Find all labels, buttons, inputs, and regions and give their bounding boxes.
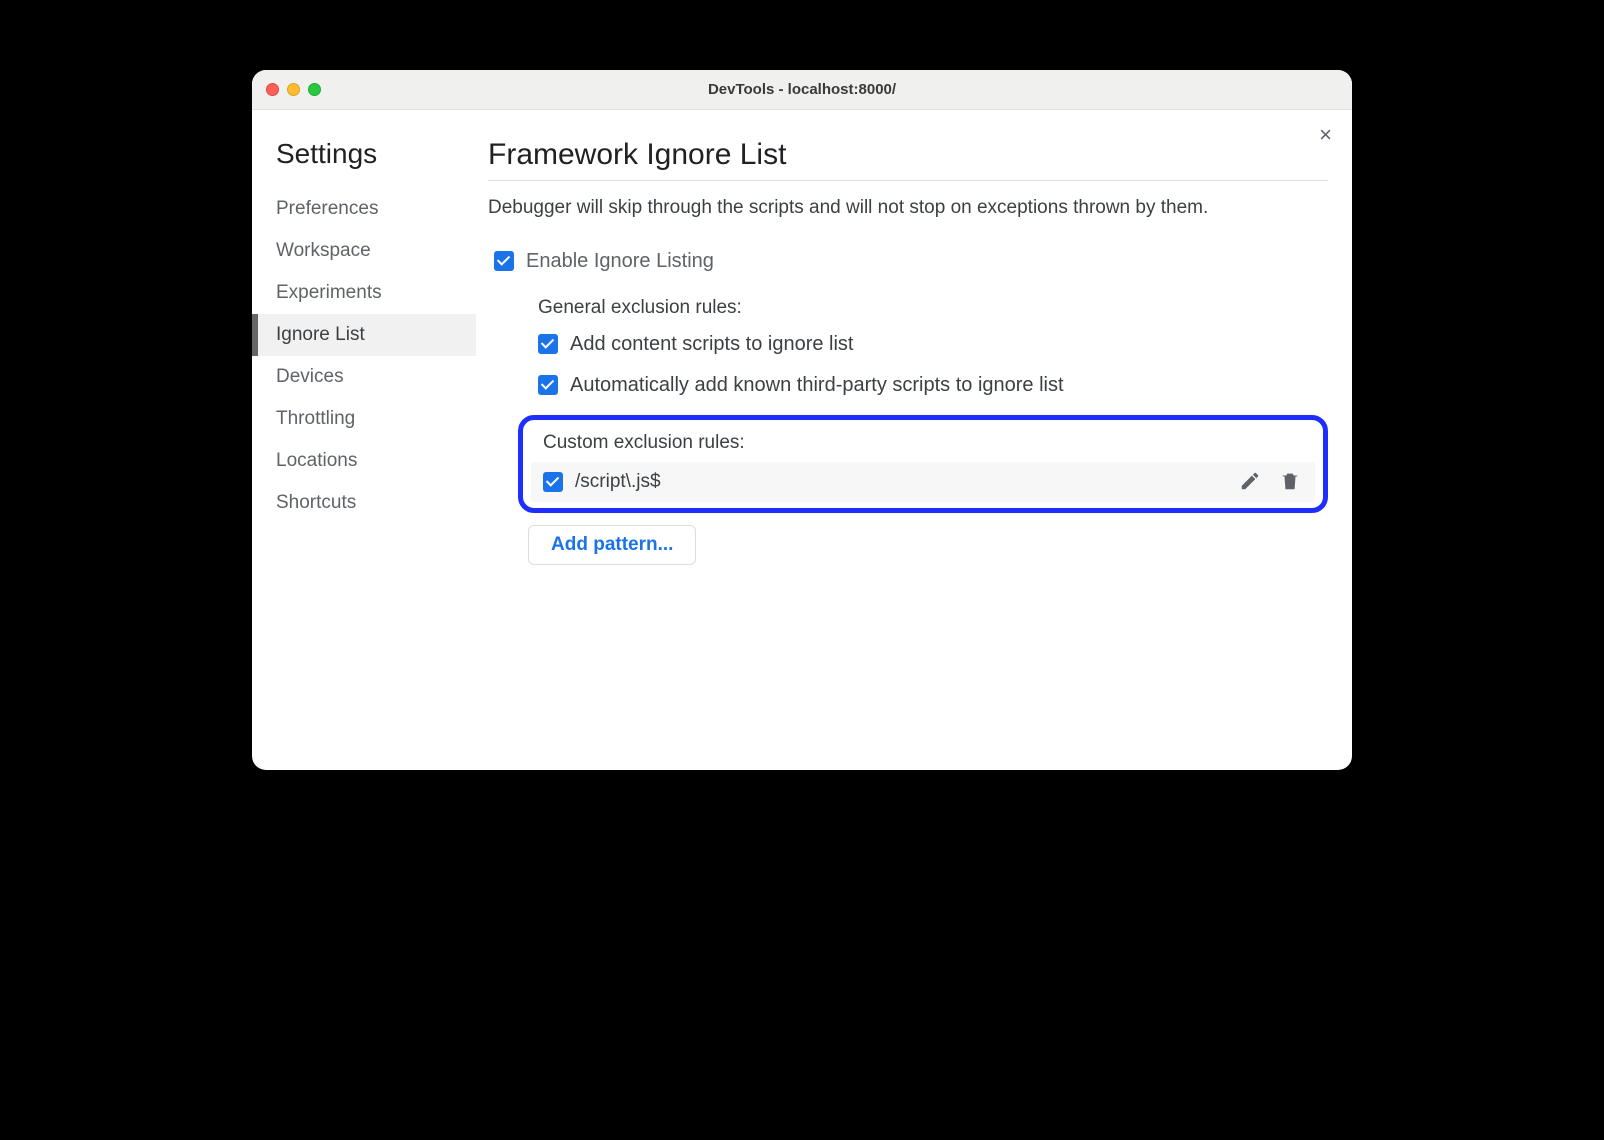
sidebar-item-throttling[interactable]: Throttling (252, 398, 476, 440)
third-party-scripts-label: Automatically add known third-party scri… (570, 374, 1064, 397)
sidebar-item-shortcuts[interactable]: Shortcuts (252, 482, 476, 524)
custom-rule-row: /script\.js$ (531, 462, 1315, 502)
titlebar: DevTools - localhost:8000/ (252, 70, 1352, 110)
window-minimize-button[interactable] (287, 83, 300, 96)
edit-icon[interactable] (1239, 470, 1263, 494)
content-scripts-checkbox[interactable] (538, 334, 558, 354)
content-scripts-label: Add content scripts to ignore list (570, 333, 853, 356)
settings-sidebar: Settings Preferences Workspace Experimen… (252, 110, 476, 770)
enable-ignore-listing-checkbox[interactable] (494, 251, 514, 271)
window-close-button[interactable] (266, 83, 279, 96)
window-maximize-button[interactable] (308, 83, 321, 96)
general-rules-heading: General exclusion rules: (538, 297, 1328, 319)
custom-rules-heading: Custom exclusion rules: (543, 432, 1315, 454)
main-panel: Framework Ignore List Debugger will skip… (476, 110, 1352, 770)
delete-icon[interactable] (1279, 470, 1303, 494)
page-heading: Framework Ignore List (488, 138, 1328, 181)
page-description: Debugger will skip through the scripts a… (488, 195, 1328, 222)
third-party-scripts-checkbox[interactable] (538, 375, 558, 395)
sidebar-item-workspace[interactable]: Workspace (252, 230, 476, 272)
sidebar-item-ignore-list[interactable]: Ignore List (252, 314, 476, 356)
add-pattern-button[interactable]: Add pattern... (528, 525, 696, 565)
close-icon[interactable]: × (1319, 124, 1332, 146)
sidebar-title: Settings (252, 138, 476, 170)
sidebar-item-preferences[interactable]: Preferences (252, 188, 476, 230)
window-title: DevTools - localhost:8000/ (252, 81, 1352, 98)
custom-rule-pattern: /script\.js$ (575, 471, 1223, 493)
custom-rules-highlight: Custom exclusion rules: /script\.js$ (518, 415, 1328, 513)
sidebar-item-devices[interactable]: Devices (252, 356, 476, 398)
devtools-window: DevTools - localhost:8000/ × Settings Pr… (252, 70, 1352, 770)
sidebar-item-experiments[interactable]: Experiments (252, 272, 476, 314)
content-area: × Settings Preferences Workspace Experim… (252, 110, 1352, 770)
custom-rule-checkbox[interactable] (543, 472, 563, 492)
sidebar-item-locations[interactable]: Locations (252, 440, 476, 482)
traffic-lights (266, 83, 321, 96)
enable-ignore-listing-label: Enable Ignore Listing (526, 250, 714, 273)
